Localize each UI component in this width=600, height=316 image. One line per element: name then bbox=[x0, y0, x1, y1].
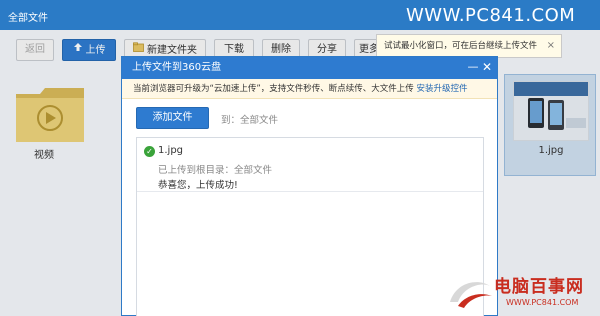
breadcrumb[interactable]: 全部文件 bbox=[8, 9, 48, 24]
site-logo-watermark: 电脑百事网 WWW.PC841.COM bbox=[440, 268, 600, 316]
tooltip-close-icon[interactable]: × bbox=[547, 35, 555, 57]
destination-folder[interactable]: 全部文件 bbox=[240, 115, 278, 126]
success-check-icon: ✓ bbox=[144, 146, 155, 157]
logo-swirl-icon bbox=[450, 282, 492, 308]
upload-item: ✓ 1.jpg 已上传到根目录：全部文件 恭喜您，上传成功! bbox=[137, 138, 483, 192]
dialog-title: 上传文件到360云盘 bbox=[122, 57, 497, 79]
top-bar: 全部文件 WWW.PC841.COM bbox=[0, 0, 600, 30]
add-file-button[interactable]: 添加文件 bbox=[136, 107, 209, 129]
upgrade-tip-text: 当前浏览器可升级为“云加速上传”，支持文件秒传、断点续传、大文件上传 bbox=[133, 84, 414, 94]
destination-label: 到： bbox=[221, 115, 241, 126]
destination: 到：全部文件 bbox=[221, 112, 278, 126]
tooltip-text: 试试最小化窗口，可在后台继续上传文件 bbox=[384, 41, 538, 51]
watermark-brand: 电脑百事网 bbox=[494, 277, 584, 297]
minimize-icon[interactable]: — bbox=[467, 61, 479, 73]
install-plugin-link[interactable]: 安装升级控件 bbox=[417, 84, 468, 94]
upload-file-name: 1.jpg bbox=[158, 145, 184, 156]
upload-status: 恭喜您，上传成功! bbox=[158, 180, 238, 191]
cloud-drive-page: 全部文件 WWW.PC841.COM 返回 上传 新建文件夹 下载 删除 分享 … bbox=[0, 0, 600, 316]
site-watermark: WWW.PC841.COM bbox=[406, 5, 576, 26]
upload-destination: 已上传到根目录：全部文件 bbox=[158, 165, 273, 176]
upload-list: ✓ 1.jpg 已上传到根目录：全部文件 恭喜您，上传成功! bbox=[136, 137, 484, 316]
upgrade-tip: 当前浏览器可升级为“云加速上传”，支持文件秒传、断点续传、大文件上传 安装升级控… bbox=[122, 79, 497, 99]
minimize-tooltip: 试试最小化窗口，可在后台继续上传文件 × bbox=[376, 34, 562, 58]
watermark-url: WWW.PC841.COM bbox=[506, 298, 579, 307]
close-icon[interactable]: ✕ bbox=[481, 61, 493, 73]
